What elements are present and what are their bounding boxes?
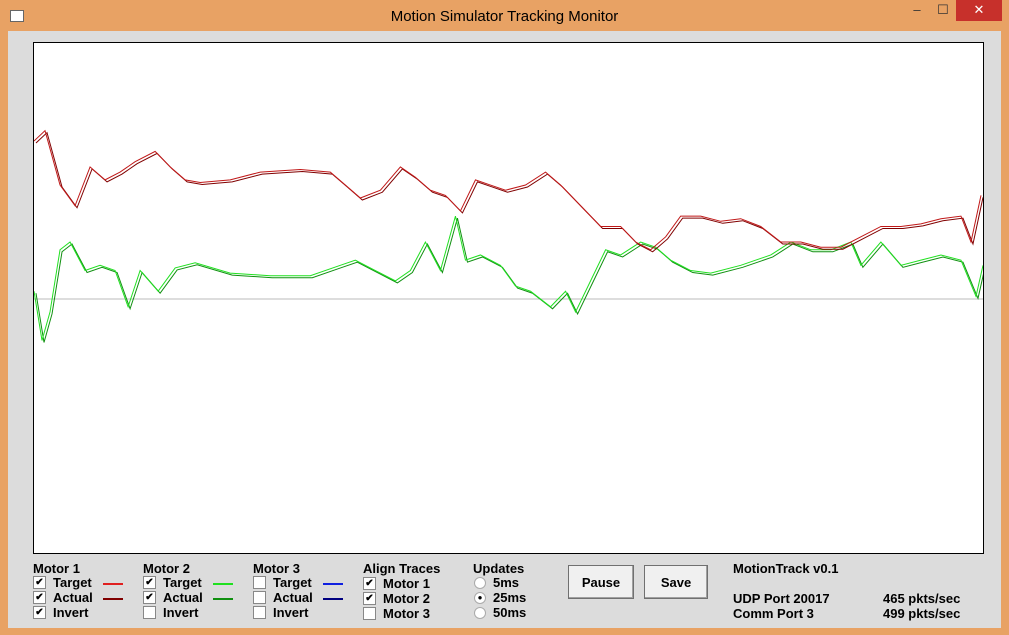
option-label: Actual [53, 590, 93, 605]
checkbox[interactable] [253, 591, 266, 604]
pause-button[interactable]: Pause [568, 565, 634, 599]
motor2-target-color-swatch [213, 583, 233, 585]
align-motor2-checkbox[interactable]: ✔ Motor 2 [363, 591, 430, 606]
option-label: Motor 2 [383, 591, 430, 606]
motor2-target-trace [33, 215, 984, 341]
option-label: Invert [273, 605, 309, 620]
checkbox[interactable] [363, 607, 376, 620]
checkbox[interactable] [253, 576, 266, 589]
option-label: Actual [273, 590, 313, 605]
motor1-target-trace [33, 129, 982, 251]
motor2-actual-trace [35, 217, 986, 343]
comm-port-label: Comm Port 3 [733, 606, 814, 621]
option-label: Invert [53, 605, 89, 620]
title-bar: Motion Simulator Tracking Monitor – ☐ ✕ [0, 0, 1009, 31]
motor1-target-color-swatch [103, 583, 123, 585]
motor1-actual-trace [35, 131, 984, 253]
motor2-group-label: Motor 2 [143, 561, 190, 576]
option-label: 25ms [493, 590, 527, 605]
udp-port-label: UDP Port 20017 [733, 591, 830, 606]
update-5ms-radio[interactable]: 5ms [474, 575, 519, 590]
motor3-actual-color-swatch [323, 598, 343, 600]
radio-button[interactable] [474, 606, 486, 619]
option-label: Motor 3 [383, 606, 430, 621]
align-motor3-checkbox[interactable]: Motor 3 [363, 606, 430, 621]
option-label: Target [53, 575, 92, 590]
checkbox[interactable] [143, 606, 156, 619]
checkbox[interactable]: ✔ [143, 591, 156, 604]
motor1-target-checkbox[interactable]: ✔ Target [33, 575, 92, 590]
motor2-actual-checkbox[interactable]: ✔ Actual [143, 590, 203, 605]
align-traces-label: Align Traces [363, 561, 441, 576]
motor3-actual-checkbox[interactable]: Actual [253, 590, 313, 605]
checkbox[interactable]: ✔ [363, 577, 376, 590]
motor3-target-color-swatch [323, 583, 343, 585]
option-label: 5ms [493, 575, 520, 590]
option-label: Target [163, 575, 202, 590]
trace-plot [33, 42, 986, 554]
maximize-button[interactable]: ☐ [930, 0, 956, 21]
checkbox[interactable]: ✔ [143, 576, 156, 589]
comm-rate-label: 499 pkts/sec [883, 606, 961, 621]
checkbox[interactable]: ✔ [33, 576, 46, 589]
close-button[interactable]: ✕ [956, 0, 1002, 21]
motor3-target-checkbox[interactable]: Target [253, 575, 312, 590]
update-50ms-radio[interactable]: 50ms [474, 605, 526, 620]
motor1-group-label: Motor 1 [33, 561, 80, 576]
save-button[interactable]: Save [644, 565, 708, 599]
motor1-actual-color-swatch [103, 598, 123, 600]
trace-chart [33, 129, 986, 343]
option-label: Actual [163, 590, 203, 605]
checkbox[interactable]: ✔ [33, 591, 46, 604]
checkbox[interactable]: ✔ [33, 606, 46, 619]
minimize-button[interactable]: – [904, 0, 930, 21]
option-label: Target [273, 575, 312, 590]
updates-label: Updates [473, 561, 525, 576]
checkbox[interactable] [253, 606, 266, 619]
window-title: Motion Simulator Tracking Monitor [390, 8, 619, 25]
motor2-invert-checkbox[interactable]: Invert [143, 605, 198, 620]
udp-rate-label: 465 pkts/sec [883, 591, 961, 606]
radio-button[interactable] [474, 576, 486, 589]
option-label: Motor 1 [383, 576, 430, 591]
option-label: 50ms [493, 605, 527, 620]
motor1-actual-checkbox[interactable]: ✔ Actual [33, 590, 93, 605]
radio-button[interactable]: ● [474, 591, 486, 604]
motor2-target-checkbox[interactable]: ✔ Target [143, 575, 202, 590]
motor3-invert-checkbox[interactable]: Invert [253, 605, 308, 620]
align-motor1-checkbox[interactable]: ✔ Motor 1 [363, 576, 430, 591]
motor1-invert-checkbox[interactable]: ✔ Invert [33, 605, 88, 620]
version-label: MotionTrack v0.1 [733, 561, 839, 576]
update-25ms-radio[interactable]: ● 25ms [474, 590, 526, 605]
motor3-group-label: Motor 3 [253, 561, 300, 576]
checkbox[interactable]: ✔ [363, 592, 376, 605]
option-label: Invert [163, 605, 199, 620]
motor2-actual-color-swatch [213, 598, 233, 600]
